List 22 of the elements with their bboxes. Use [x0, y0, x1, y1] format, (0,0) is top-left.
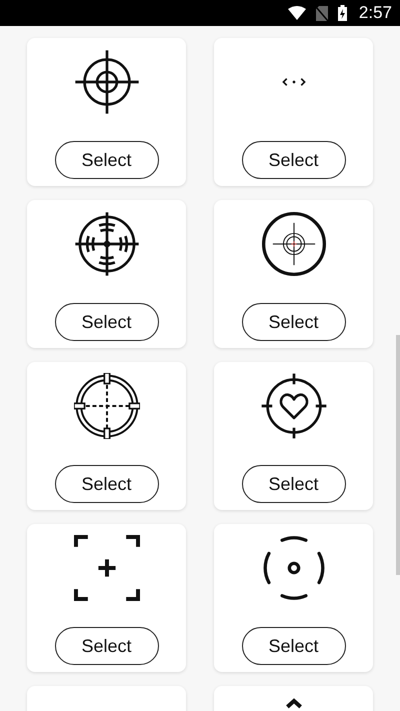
select-button[interactable]: Select: [54, 141, 158, 179]
select-button[interactable]: Select: [242, 627, 346, 665]
corner-plus-icon: [74, 535, 140, 601]
select-button[interactable]: Select: [242, 303, 346, 341]
select-button[interactable]: Select: [242, 141, 346, 179]
battery-charging-icon: [338, 5, 347, 21]
chevrons-dot-icon: [282, 78, 306, 86]
select-button[interactable]: Select: [242, 465, 346, 503]
status-time: 2:57: [358, 3, 392, 23]
scrollbar[interactable]: [396, 335, 400, 575]
select-button[interactable]: Select: [54, 303, 158, 341]
crosshair-icon: [74, 373, 140, 439]
wifi-icon: [288, 6, 306, 20]
chevron-icon: [286, 698, 302, 708]
heart-crosshair-icon: [260, 373, 326, 439]
crosshair-icon: [74, 50, 138, 114]
crosshair-icon: [74, 212, 138, 276]
select-button[interactable]: Select: [54, 627, 158, 665]
scope-icon: [262, 212, 326, 276]
dashed-ring-icon: [263, 536, 324, 600]
select-button[interactable]: Select: [54, 465, 158, 503]
no-sim-icon: [316, 6, 328, 20]
